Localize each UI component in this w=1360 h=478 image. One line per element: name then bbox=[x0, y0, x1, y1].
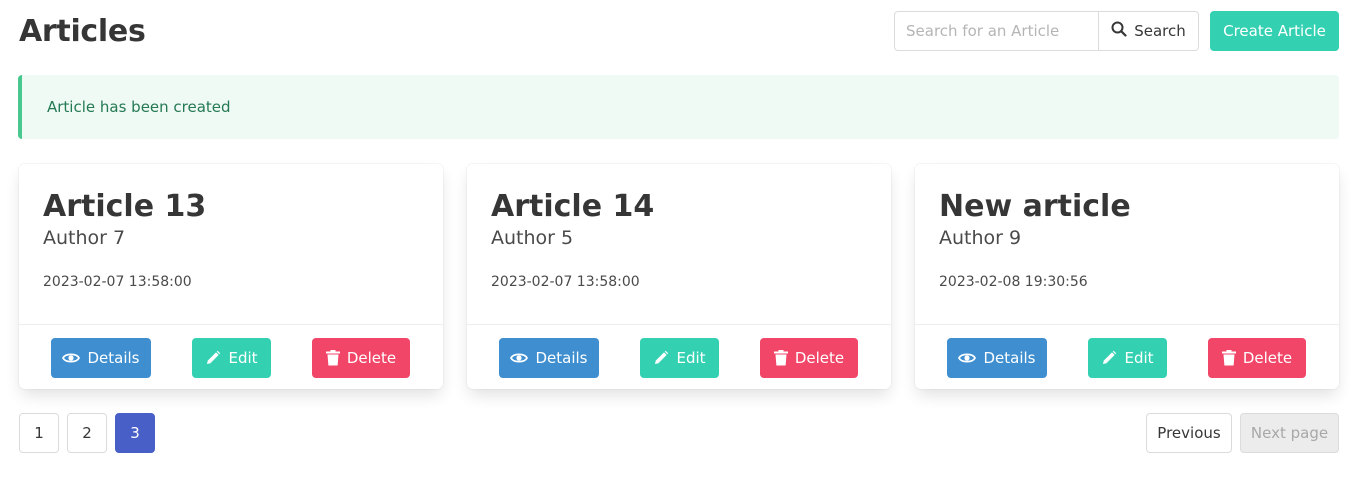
edit-button-label: Edit bbox=[1124, 349, 1154, 367]
search-bar: Search bbox=[894, 11, 1199, 51]
article-card: Article 14 Author 5 2023-02-07 13:58:00 … bbox=[467, 164, 891, 389]
notification-message: Article has been created bbox=[47, 98, 231, 116]
details-button[interactable]: Details bbox=[499, 338, 599, 378]
trash-icon bbox=[1221, 350, 1236, 366]
search-button[interactable]: Search bbox=[1099, 11, 1199, 51]
delete-button-label: Delete bbox=[1242, 349, 1293, 367]
details-button-label: Details bbox=[983, 349, 1036, 367]
article-card: Article 13 Author 7 2023-02-07 13:58:00 … bbox=[19, 164, 443, 389]
page-link-2[interactable]: 2 bbox=[67, 413, 107, 453]
delete-button-label: Delete bbox=[794, 349, 845, 367]
article-author: Author 5 bbox=[491, 227, 574, 249]
search-button-label: Search bbox=[1134, 22, 1186, 40]
eye-icon bbox=[62, 351, 81, 365]
eye-icon bbox=[510, 351, 529, 365]
delete-button-label: Delete bbox=[346, 349, 397, 367]
edit-button-label: Edit bbox=[676, 349, 706, 367]
article-title: New article bbox=[939, 189, 1131, 224]
pencil-icon bbox=[1101, 350, 1117, 366]
trash-icon bbox=[325, 350, 340, 366]
article-date: 2023-02-07 13:58:00 bbox=[43, 274, 192, 290]
edit-button[interactable]: Edit bbox=[640, 338, 719, 378]
page-title: Articles bbox=[19, 14, 146, 49]
pencil-icon bbox=[653, 350, 669, 366]
article-author: Author 9 bbox=[939, 227, 1022, 249]
trash-icon bbox=[773, 350, 788, 366]
create-article-button[interactable]: Create Article bbox=[1210, 11, 1339, 51]
delete-button[interactable]: Delete bbox=[1208, 338, 1306, 378]
eye-icon bbox=[958, 351, 977, 365]
edit-button[interactable]: Edit bbox=[192, 338, 271, 378]
next-page-button[interactable]: Next page bbox=[1240, 413, 1339, 453]
card-footer: Details Edit Delete bbox=[19, 324, 443, 389]
article-title: Article 14 bbox=[491, 189, 655, 224]
article-title: Article 13 bbox=[43, 189, 207, 224]
article-date: 2023-02-08 19:30:56 bbox=[939, 274, 1088, 290]
article-date: 2023-02-07 13:58:00 bbox=[491, 274, 640, 290]
details-button[interactable]: Details bbox=[947, 338, 1047, 378]
article-card: New article Author 9 2023-02-08 19:30:56… bbox=[915, 164, 1339, 389]
previous-button[interactable]: Previous bbox=[1146, 413, 1232, 453]
card-footer: Details Edit Delete bbox=[467, 324, 891, 389]
page-link-1[interactable]: 1 bbox=[19, 413, 59, 453]
edit-button-label: Edit bbox=[228, 349, 258, 367]
delete-button[interactable]: Delete bbox=[760, 338, 858, 378]
details-button-label: Details bbox=[535, 349, 588, 367]
search-input[interactable] bbox=[894, 11, 1099, 51]
pencil-icon bbox=[205, 350, 221, 366]
delete-button[interactable]: Delete bbox=[312, 338, 410, 378]
details-button-label: Details bbox=[87, 349, 140, 367]
card-footer: Details Edit Delete bbox=[915, 324, 1339, 389]
article-author: Author 7 bbox=[43, 227, 126, 249]
success-notification: Article has been created bbox=[18, 75, 1339, 139]
page-link-3-current[interactable]: 3 bbox=[115, 413, 155, 453]
details-button[interactable]: Details bbox=[51, 338, 151, 378]
search-icon bbox=[1111, 21, 1127, 41]
edit-button[interactable]: Edit bbox=[1088, 338, 1167, 378]
